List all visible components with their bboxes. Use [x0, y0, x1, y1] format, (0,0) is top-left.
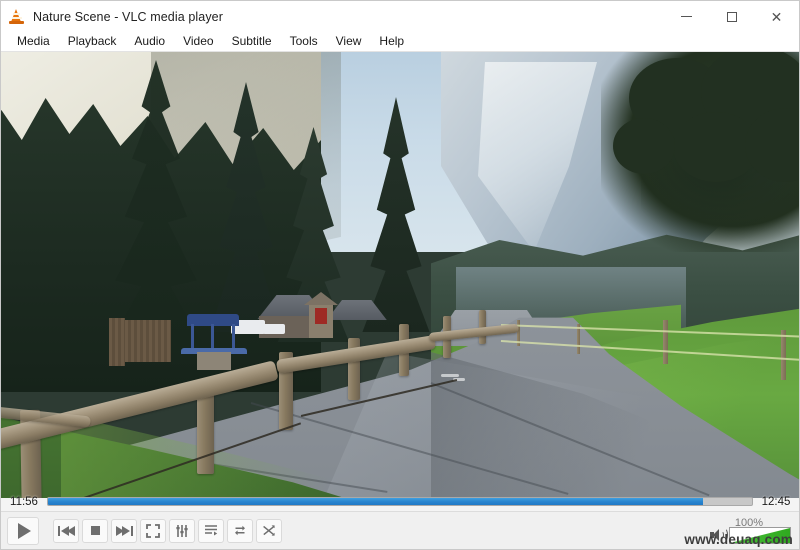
- window-controls: ✕: [664, 1, 799, 32]
- menu-item-audio[interactable]: Audio: [125, 33, 174, 50]
- next-button[interactable]: [111, 518, 137, 543]
- menu-item-media[interactable]: Media: [8, 33, 59, 50]
- vlc-window: Nature Scene - VLC media player ✕ Media …: [0, 0, 800, 550]
- wood-fence-panel: [125, 320, 171, 362]
- minimize-icon: [681, 16, 692, 17]
- watermark: www.deuaq.com: [684, 532, 793, 547]
- playlist-button[interactable]: [198, 518, 224, 543]
- menu-bar: Media Playback Audio Video Subtitle Tool…: [1, 32, 799, 52]
- carousel-post: [191, 324, 194, 350]
- seek-slider[interactable]: [47, 497, 753, 506]
- tower-panel: [315, 308, 327, 324]
- previous-button[interactable]: [53, 518, 79, 543]
- next-track-icon: [115, 525, 133, 536]
- maximize-button[interactable]: [709, 1, 754, 32]
- carousel-base: [197, 352, 231, 370]
- playlist-icon: [205, 525, 218, 536]
- fullscreen-icon: [146, 523, 160, 538]
- wood-fence-post: [109, 318, 125, 366]
- tower-roof: [304, 292, 338, 305]
- menu-item-video[interactable]: Video: [174, 33, 222, 50]
- close-button[interactable]: ✕: [754, 1, 799, 32]
- minimize-button[interactable]: [664, 1, 709, 32]
- maximize-icon: [726, 11, 737, 22]
- loop-button[interactable]: [227, 518, 253, 543]
- play-icon: [18, 522, 31, 539]
- seek-bar-row: 11:56 12:45: [1, 492, 799, 511]
- loop-icon: [235, 525, 245, 536]
- carousel-post: [232, 324, 235, 350]
- shuffle-button[interactable]: [256, 518, 282, 543]
- title-bar: Nature Scene - VLC media player ✕: [1, 1, 799, 32]
- fullscreen-button[interactable]: [140, 518, 166, 543]
- video-surface[interactable]: [1, 52, 799, 498]
- menu-item-playback[interactable]: Playback: [59, 33, 126, 50]
- total-time: 12:45: [761, 495, 791, 508]
- meadow-fence-post: [663, 320, 668, 364]
- equalizer-icon: [176, 524, 188, 537]
- meadow-fence-post: [781, 330, 786, 380]
- vlc-cone-icon: [8, 8, 25, 25]
- menu-item-tools[interactable]: Tools: [281, 33, 327, 50]
- play-button[interactable]: [7, 516, 39, 545]
- stop-button[interactable]: [82, 518, 108, 543]
- white-vehicle: [263, 324, 285, 334]
- menu-item-help[interactable]: Help: [370, 33, 413, 50]
- seek-progress-fill: [48, 498, 703, 505]
- canopy-lump: [613, 118, 675, 174]
- shuffle-icon: [263, 525, 275, 536]
- elapsed-time: 11:56: [10, 495, 38, 508]
- control-bar: 100% www.deuaq.com: [1, 511, 799, 549]
- menu-item-view[interactable]: View: [327, 33, 371, 50]
- road-marking: [441, 374, 459, 377]
- extended-settings-button[interactable]: [169, 518, 195, 543]
- window-title: Nature Scene - VLC media player: [33, 9, 223, 24]
- menu-item-subtitle[interactable]: Subtitle: [223, 33, 281, 50]
- stop-icon: [90, 526, 100, 535]
- previous-track-icon: [57, 525, 75, 536]
- close-icon: ✕: [770, 8, 783, 25]
